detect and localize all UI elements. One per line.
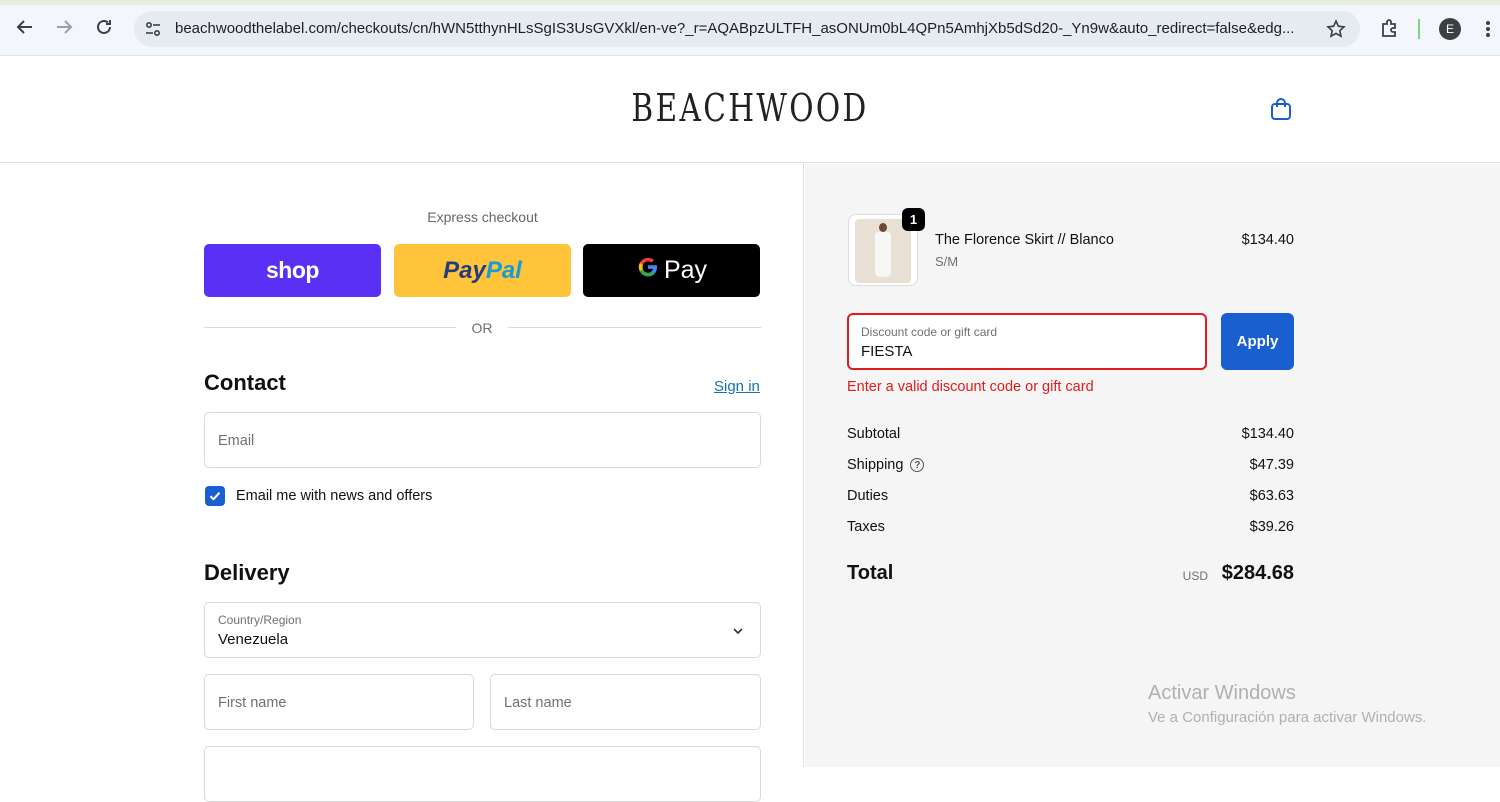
or-divider-text: OR — [471, 320, 493, 336]
shop-pay-label: shop — [266, 257, 319, 283]
google-pay-label: Pay — [663, 256, 708, 284]
newsletter-checkbox[interactable] — [205, 486, 225, 506]
browser-menu-icon[interactable] — [1480, 18, 1496, 40]
forward-icon[interactable] — [51, 14, 77, 40]
taxes-amount: $39.26 — [1249, 519, 1294, 535]
newsletter-label[interactable]: Email me with news and offers — [236, 488, 432, 504]
express-checkout-title: Express checkout — [427, 209, 538, 225]
windows-activation-watermark: Activar Windows Ve a Configuración para … — [1148, 682, 1426, 726]
bookmark-star-icon[interactable] — [1326, 19, 1346, 39]
tab-strip — [0, 0, 1500, 5]
or-divider-left — [204, 327, 456, 328]
shop-pay-button[interactable]: shop — [204, 244, 381, 297]
product-price: $134.40 — [1241, 232, 1294, 248]
discount-error-message: Enter a valid discount code or gift card — [847, 379, 1094, 395]
total-currency: USD — [1182, 569, 1208, 583]
product-variant: S/M — [935, 254, 959, 269]
url-text[interactable]: beachwoodthelabel.com/checkouts/cn/hWN5t… — [175, 20, 1315, 37]
discount-value[interactable]: FIESTA — [861, 343, 912, 360]
last-name-field[interactable]: Last name — [490, 674, 761, 730]
checkout-form-column: Express checkout shop Pay Pal Pay OR Cont… — [0, 164, 804, 802]
product-name: The Florence Skirt // Blanco — [935, 232, 1114, 248]
address-field[interactable] — [204, 746, 761, 802]
subtotal-amount: $134.40 — [1241, 426, 1294, 442]
profile-avatar[interactable]: E — [1439, 18, 1461, 40]
checkmark-icon — [209, 492, 221, 501]
google-pay-button[interactable]: Pay — [583, 244, 760, 297]
shipping-amount: $47.39 — [1249, 457, 1294, 473]
duties-amount: $63.63 — [1249, 488, 1294, 504]
email-placeholder: Email — [218, 433, 255, 449]
duties-label: Duties — [847, 488, 889, 504]
browser-toolbar: beachwoodthelabel.com/checkouts/cn/hWN5t… — [0, 0, 1500, 56]
back-icon[interactable] — [12, 14, 38, 40]
quantity-badge: 1 — [902, 208, 925, 231]
cart-bag-icon[interactable] — [1268, 96, 1294, 122]
delivery-heading: Delivery — [204, 560, 290, 585]
first-name-placeholder: First name — [218, 695, 287, 711]
apply-discount-button[interactable]: Apply — [1221, 313, 1294, 370]
first-name-field[interactable]: First name — [204, 674, 474, 730]
watermark-line2: Ve a Configuración para activar Windows. — [1148, 709, 1427, 726]
country-select[interactable]: Country/Region Venezuela — [204, 602, 761, 658]
subtotal-label: Subtotal — [847, 426, 901, 442]
paypal-button[interactable]: Pay Pal — [394, 244, 571, 297]
chevron-down-icon — [733, 628, 743, 635]
reload-icon[interactable] — [91, 14, 117, 40]
toolbar-divider — [1418, 19, 1420, 39]
total-label: Total — [847, 562, 894, 584]
google-g-icon — [636, 255, 660, 286]
or-divider-right — [508, 327, 761, 328]
paypal-label-part1: Pay — [443, 256, 486, 284]
order-summary-column: 1 The Florence Skirt // Blanco S/M $134.… — [805, 164, 1500, 767]
paypal-label-part2: Pal — [485, 256, 522, 284]
last-name-placeholder: Last name — [504, 695, 572, 711]
country-value: Venezuela — [218, 631, 289, 648]
address-bar[interactable]: beachwoodthelabel.com/checkouts/cn/hWN5t… — [134, 11, 1360, 47]
taxes-label: Taxes — [847, 519, 885, 535]
email-field[interactable]: Email — [204, 412, 761, 468]
total-amount: $284.68 — [1221, 562, 1294, 584]
site-info-icon[interactable] — [142, 18, 164, 40]
sign-in-link[interactable]: Sign in — [714, 378, 760, 395]
help-circle-icon[interactable]: ? — [910, 458, 925, 472]
watermark-line1: Activar Windows — [1148, 682, 1296, 704]
site-header: BEACHWOOD — [0, 56, 1500, 163]
extensions-icon[interactable] — [1378, 17, 1402, 41]
discount-code-field[interactable]: Discount code or gift card FIESTA — [847, 313, 1207, 370]
store-logo[interactable]: BEACHWOOD — [165, 86, 1335, 130]
shipping-label: Shipping — [847, 457, 904, 473]
country-label: Country/Region — [218, 613, 302, 627]
discount-label: Discount code or gift card — [861, 325, 998, 339]
contact-heading: Contact — [204, 370, 286, 395]
